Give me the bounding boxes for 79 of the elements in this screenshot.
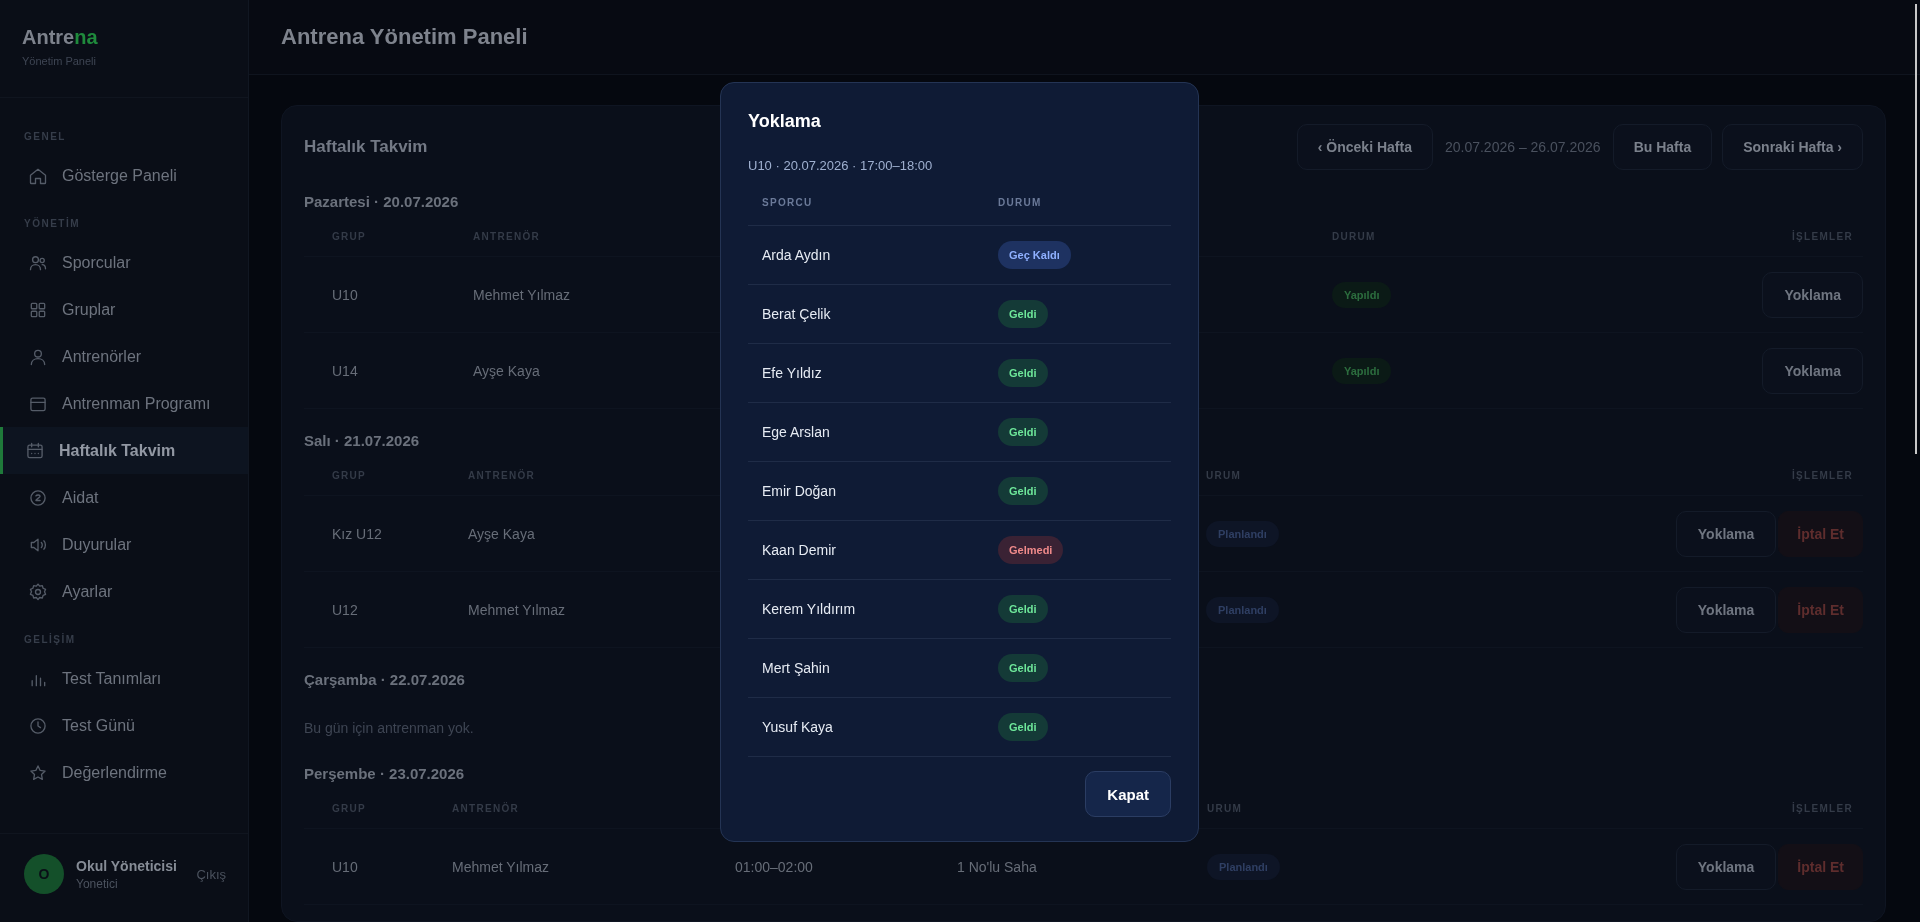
coin-icon (28, 487, 48, 508)
day-heading: Perşembe · 23.07.2026 (304, 765, 465, 782)
dialog-subtitle: U10 · 20.07.2026 · 17:00–18:00 (748, 158, 934, 173)
nav-item[interactable]: Değerlendirme (0, 749, 248, 796)
week-range: 20.07.2026 – 26.07.2026 (1444, 139, 1601, 155)
page-title: Antrena Yönetim Paneli (281, 24, 528, 50)
attendance-badge: Geldi (998, 300, 1048, 328)
status-badge: Planlandı (1207, 853, 1280, 880)
table-cell-text: U14 (331, 362, 359, 379)
attendance-badge: Geldi (998, 418, 1048, 446)
brand-logo: Antrena (22, 26, 99, 49)
brand-subtitle: Yönetim Paneli (22, 55, 97, 67)
athlete-name: Mert Şahin (762, 660, 831, 676)
attendance-button[interactable]: Yoklama (1675, 843, 1777, 890)
nav-item[interactable]: Duyurular (0, 521, 248, 568)
user-name: Okul Yöneticisi (76, 857, 178, 874)
table-cell-text: Mehmet Yılmaz (468, 601, 566, 618)
nav-item[interactable]: Haftalık Takvim (0, 427, 248, 474)
nav-item[interactable]: Antrenörler (0, 333, 248, 380)
athlete-name: Kaan Demir (762, 542, 837, 558)
nav-item[interactable]: Sporcular (0, 239, 248, 286)
attendance-button[interactable]: Yoklama (1762, 347, 1863, 394)
nav-item[interactable]: Ayarlar (0, 568, 248, 615)
table-cell-text: U10 (331, 858, 359, 875)
athlete-name: Yusuf Kaya (762, 719, 834, 735)
logout-link[interactable]: Çıkış (196, 866, 226, 882)
table-cell-text: Mehmet Yılmaz (473, 286, 571, 303)
attendance-badge: Gelmedi (998, 536, 1064, 564)
clock-icon (28, 715, 48, 736)
previous-week-button[interactable]: ‹ Önceki Hafta (1296, 124, 1433, 170)
nav-item[interactable]: Test Günü (0, 702, 248, 749)
table-cell-text: 01:00–02:00 (735, 858, 814, 875)
status-badge: Yapıldı (1332, 357, 1392, 384)
user-role: Yonetici (76, 876, 119, 891)
status-badge: Planlandı (1206, 520, 1279, 547)
table-cell-text: U12 (331, 601, 359, 618)
attendance-button[interactable]: Yoklama (1675, 586, 1777, 633)
calendar-icon (25, 440, 45, 461)
day-heading: Pazartesi · 20.07.2026 (304, 193, 459, 210)
attendance-button[interactable]: Yoklama (1762, 271, 1863, 318)
nav-item[interactable]: Antrenman Programı (0, 380, 248, 427)
table-cell-text: Kız U12 (331, 525, 383, 542)
athlete-name: Arda Aydın (762, 247, 832, 263)
athlete-name: Emir Doğan (762, 483, 837, 499)
card-title: Haftalık Takvim (304, 137, 428, 157)
nav-item[interactable]: Gösterge Paneli (0, 152, 248, 199)
table-cell-text: Ayşe Kaya (468, 525, 536, 542)
user-avatar: O (24, 854, 64, 894)
nav-item[interactable]: Gruplar (0, 286, 248, 333)
nav-item[interactable]: Test Tanımları (0, 655, 248, 702)
athlete-name: Efe Yıldız (762, 365, 823, 381)
attendance-badge: Geldi (998, 654, 1048, 682)
settings-icon (28, 581, 48, 602)
table-cell-text: Ayşe Kaya (473, 362, 541, 379)
this-week-button[interactable]: Bu Hafta (1612, 124, 1713, 170)
attendance-badge: Geldi (998, 477, 1048, 505)
table-cell-text: Mehmet Yılmaz (452, 858, 550, 875)
attendance-badge: Geldi (998, 713, 1048, 741)
day-heading: Çarşamba · 22.07.2026 (304, 671, 465, 688)
empty-message: Bu gün için antrenman yok. (304, 720, 474, 736)
athlete-name: Berat Çelik (762, 306, 832, 322)
status-badge: Planlandı (1206, 596, 1279, 623)
column-header: DURUM (998, 196, 1043, 208)
star-icon (28, 762, 48, 783)
athlete-name: Ege Arslan (762, 424, 831, 440)
dialog-title: Yoklama (748, 111, 822, 132)
attendance-badge: Geldi (998, 359, 1048, 387)
close-button[interactable]: Kapat (1085, 771, 1171, 817)
athlete-name: Kerem Yıldırım (762, 601, 857, 617)
attendance-badge: Geldi (998, 595, 1048, 623)
attendance-button[interactable]: Yoklama (1675, 510, 1777, 557)
table-cell-text: U10 (331, 286, 359, 303)
next-week-button[interactable]: Sonraki Hafta › (1722, 124, 1863, 170)
column-header: SPORCU (762, 196, 814, 208)
day-heading: Salı · 21.07.2026 (304, 432, 420, 449)
status-badge: Yapıldı (1332, 281, 1392, 308)
table-cell-text: 1 No'lu Saha (957, 858, 1038, 875)
nav-item[interactable]: Aidat (0, 474, 248, 521)
attendance-badge: Geç Kaldı (998, 241, 1071, 269)
